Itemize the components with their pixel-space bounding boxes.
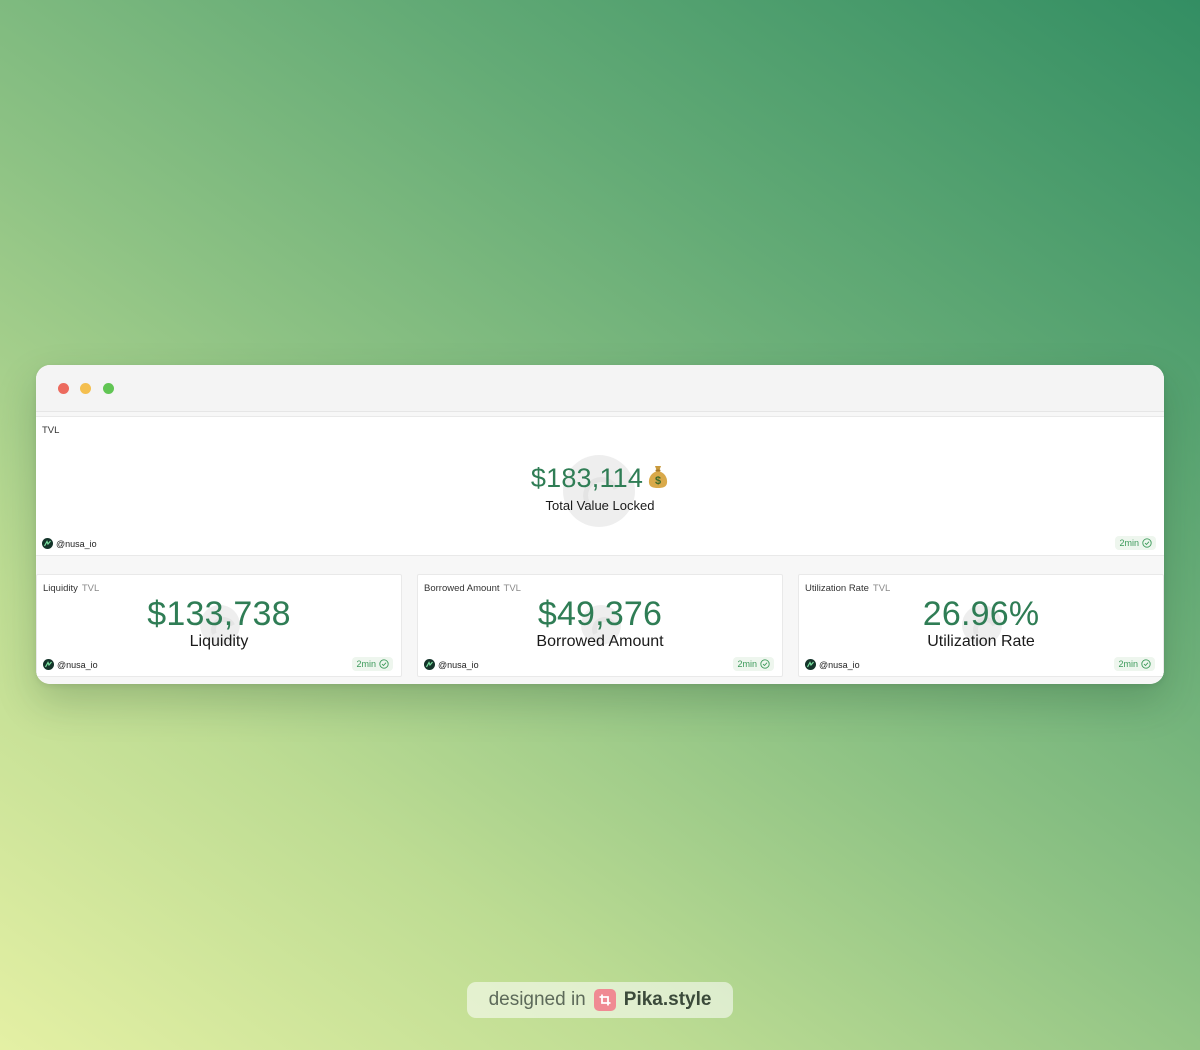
refresh-badge[interactable]: 2min [733, 657, 774, 671]
close-button[interactable] [58, 383, 69, 394]
card-title: Utilization Rate TVL [805, 583, 890, 594]
pika-crop-icon [593, 989, 616, 1011]
refresh-interval: 2min [1119, 538, 1139, 548]
nusa-logo-icon [45, 661, 52, 668]
card-title-text: Borrowed Amount [424, 583, 500, 594]
refresh-interval: 2min [737, 659, 757, 669]
author-name: @nusa_io [438, 659, 479, 670]
card-title: Liquidity TVL [43, 583, 99, 594]
author[interactable]: @nusa_io [805, 659, 860, 670]
author[interactable]: @nusa_io [43, 659, 98, 670]
check-circle-icon [1141, 659, 1151, 669]
app-window: TVL $183,114 $ Total Value Locked @nusa_… [36, 365, 1164, 684]
tvl-card[interactable]: TVL $183,114 $ Total Value Locked @nusa_… [36, 416, 1164, 556]
author-name: @nusa_io [56, 538, 97, 549]
check-circle-icon [760, 659, 770, 669]
borrowed-amount-label: Borrowed Amount [536, 633, 664, 650]
borrowed-amount-value: $49,376 [537, 595, 663, 633]
nusa-logo-icon [807, 661, 814, 668]
author[interactable]: @nusa_io [424, 659, 479, 670]
designed-in-text: designed in [488, 989, 586, 1010]
avatar [424, 659, 435, 670]
author[interactable]: @nusa_io [42, 538, 97, 549]
card-title-text: Liquidity [43, 583, 78, 594]
author-name: @nusa_io [57, 659, 98, 670]
refresh-interval: 2min [1118, 659, 1138, 669]
nusa-logo-icon [426, 661, 433, 668]
designed-in-badge[interactable]: designed in Pika.style [467, 982, 733, 1018]
card-tag: TVL [81, 583, 100, 594]
zoom-button[interactable] [103, 383, 114, 394]
utilization-rate-value: 26.96% [922, 595, 1040, 633]
card-tag: TVL [503, 583, 521, 594]
author-name: @nusa_io [819, 659, 860, 670]
card-title-text: Utilization Rate [805, 583, 869, 594]
refresh-interval: 2min [356, 659, 376, 669]
tvl-value: $183,114 [530, 463, 644, 493]
card-title: TVL [42, 425, 60, 436]
liquidity-card[interactable]: Liquidity TVL $133,738 Liquidity @nusa_io… [36, 574, 402, 677]
liquidity-label: Liquidity [189, 633, 249, 650]
utilization-rate-label: Utilization Rate [927, 633, 1035, 650]
refresh-badge[interactable]: 2min [1115, 536, 1156, 550]
refresh-badge[interactable]: 2min [1114, 657, 1155, 671]
value-row: $183,114 $ [36, 463, 1164, 494]
borrowed-amount-card[interactable]: Borrowed Amount TVL $49,376 Borrowed Amou… [417, 574, 783, 677]
brand-name: Pika.style [623, 989, 712, 1010]
svg-text:$: $ [655, 475, 661, 487]
money-bag-icon: $ [649, 466, 668, 488]
card-tag: TVL [872, 583, 891, 594]
check-circle-icon [1142, 538, 1152, 548]
minimize-button[interactable] [80, 383, 91, 394]
tvl-label: Total Value Locked [545, 498, 655, 513]
nusa-logo-icon [44, 540, 51, 547]
value-row: $133,738 [37, 595, 401, 634]
avatar [43, 659, 54, 670]
liquidity-value: $133,738 [147, 595, 291, 633]
title-bar [36, 365, 1164, 412]
card-title: Borrowed Amount TVL [424, 583, 521, 594]
utilization-rate-card[interactable]: Utilization Rate TVL 26.96% Utilization R… [798, 574, 1164, 677]
value-row: $49,376 [418, 595, 782, 634]
value-row: 26.96% [799, 595, 1163, 634]
dashboard: TVL $183,114 $ Total Value Locked @nusa_… [36, 412, 1164, 684]
refresh-badge[interactable]: 2min [352, 657, 393, 671]
avatar [805, 659, 816, 670]
avatar [42, 538, 53, 549]
check-circle-icon [379, 659, 389, 669]
